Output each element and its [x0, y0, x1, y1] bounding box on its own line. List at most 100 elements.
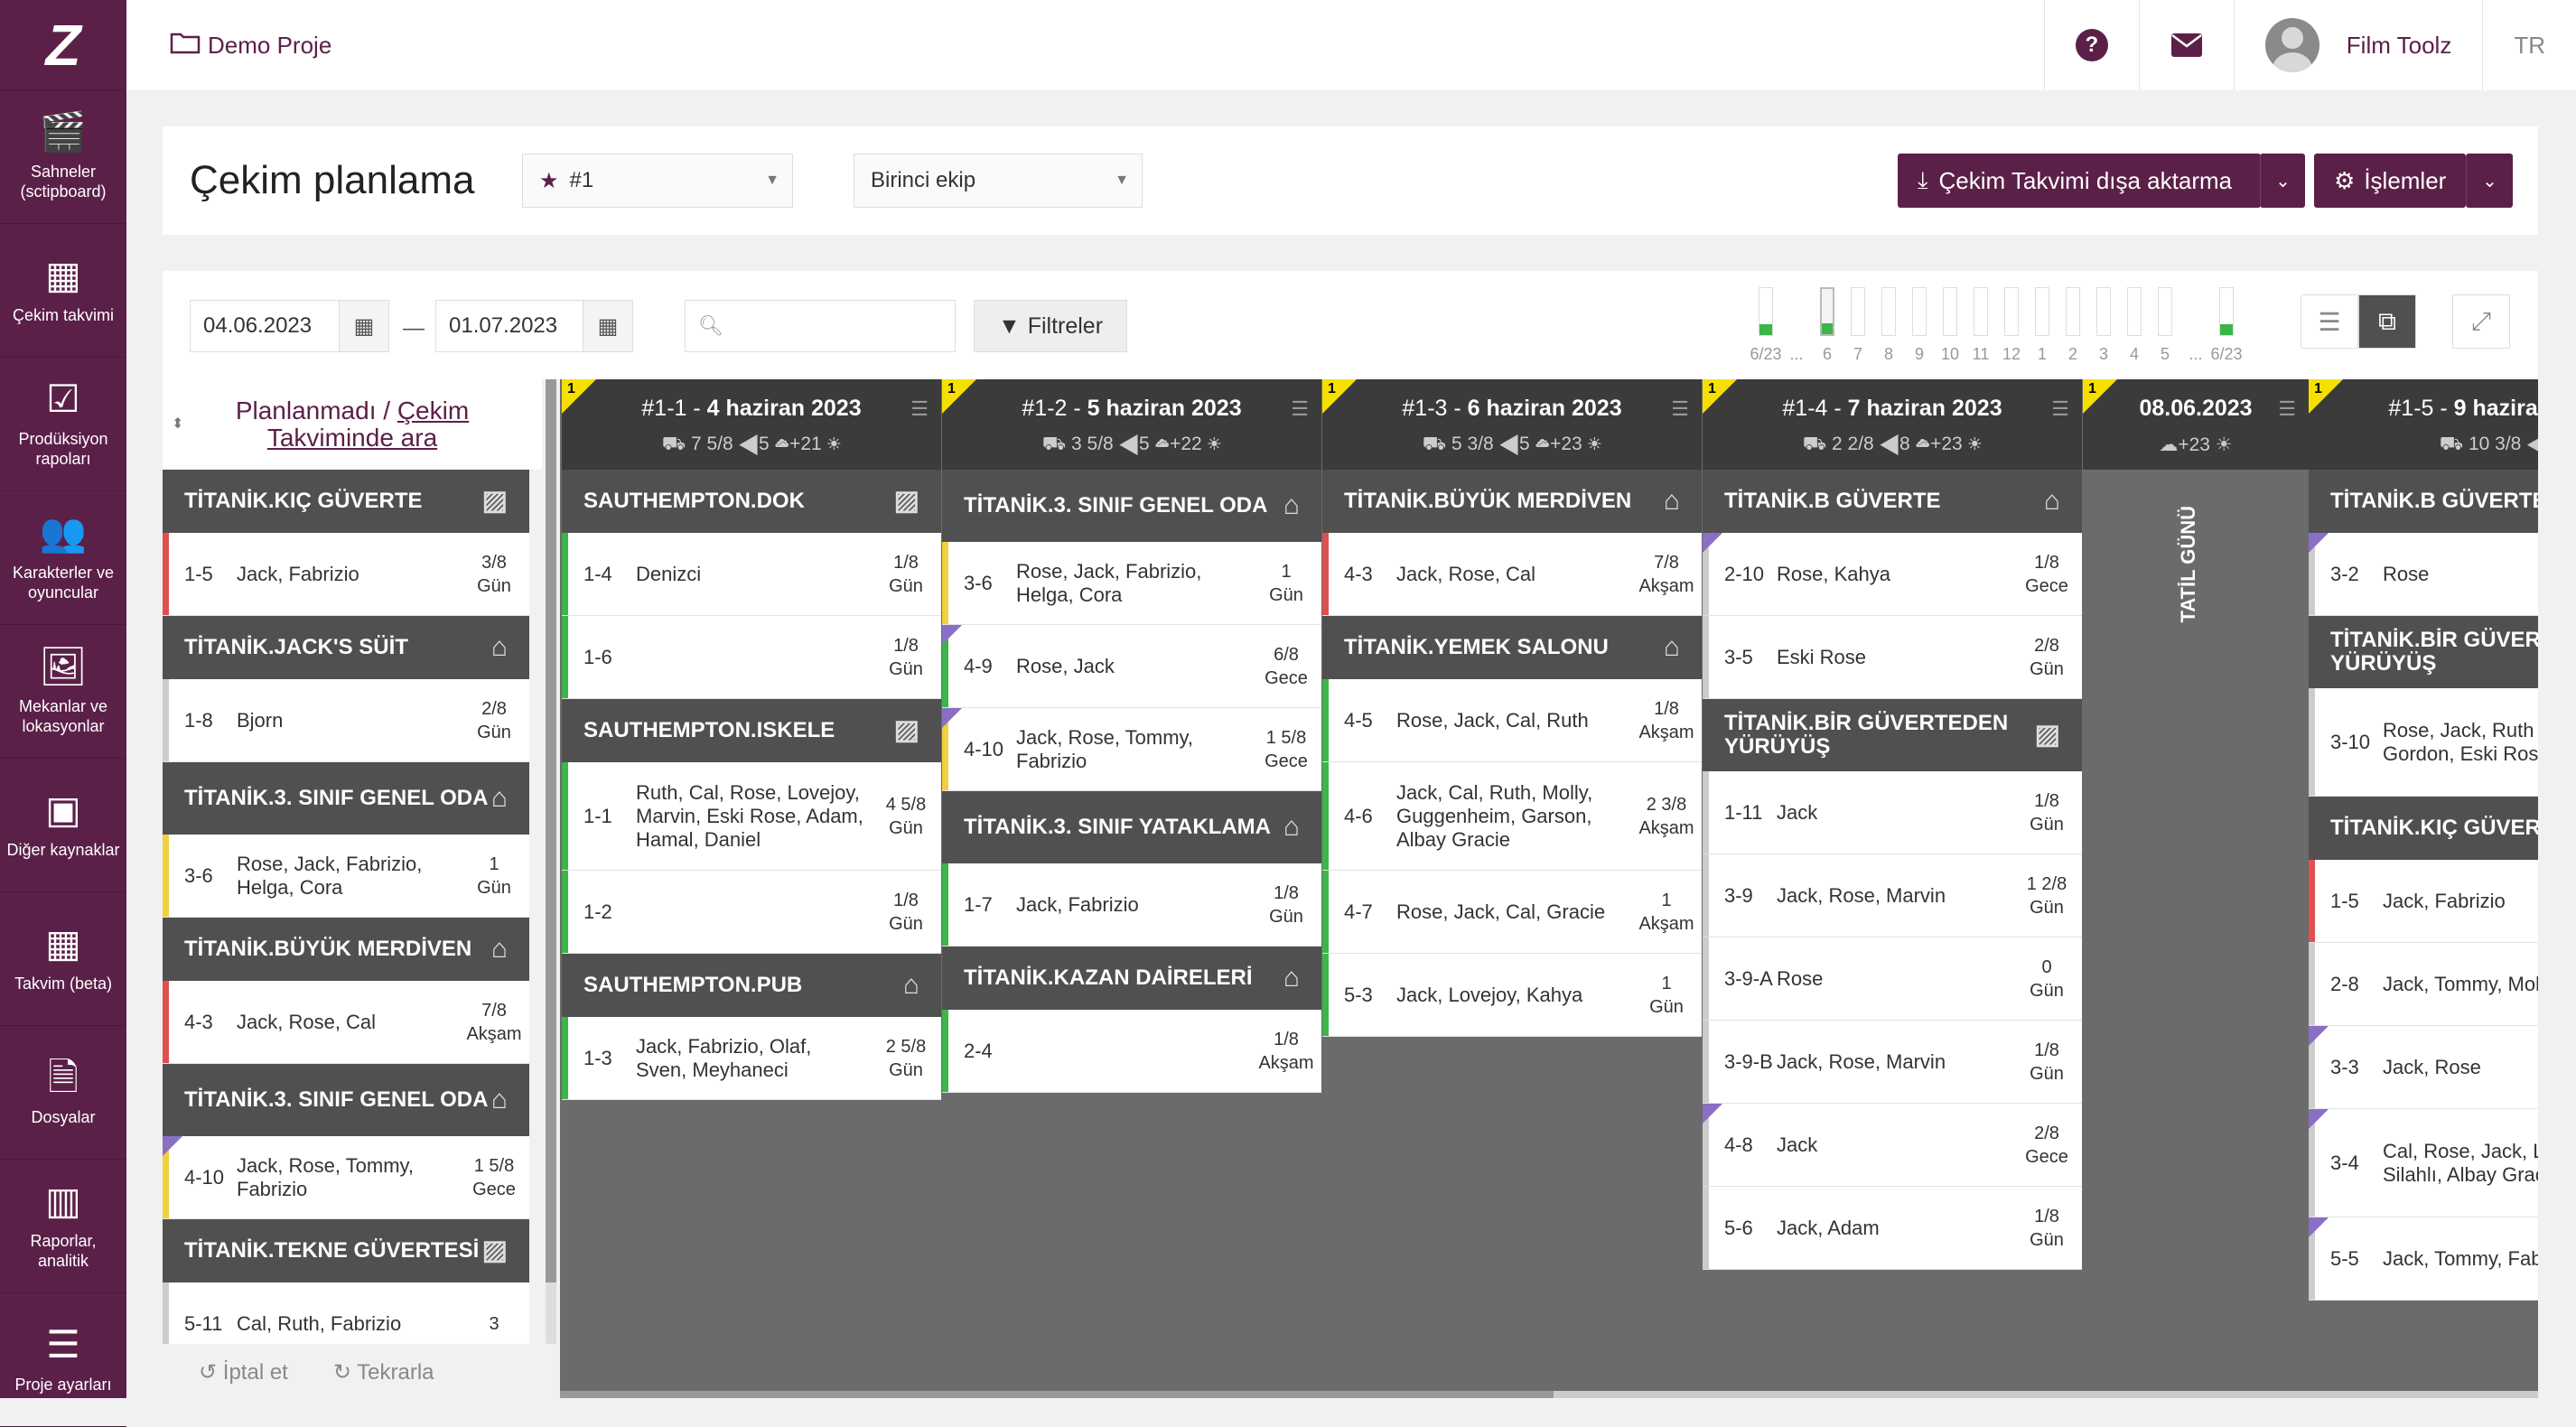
location-header[interactable]: TİTANİK.JACK'S SÜİT ⌂: [163, 616, 529, 679]
sliders-icon[interactable]: ☰: [1291, 397, 1309, 421]
sidebar-item[interactable]: 🖼 Mekanlar ve lokasyonlar: [0, 625, 126, 759]
scene-row[interactable]: 3-2 Rose: [2309, 533, 2538, 616]
location-header[interactable]: SAUTHEMPTON.PUB ⌂: [562, 954, 941, 1017]
scene-row[interactable]: 1-2 1/8 Gün: [562, 871, 941, 954]
scene-row[interactable]: 1-3 Jack, Fabrizio, Olaf, Sven, Meyhaneci…: [562, 1017, 941, 1100]
scene-row[interactable]: 4-9 Rose, Jack 6/8 Gece: [942, 625, 1321, 708]
scene-row[interactable]: 4-5 Rose, Jack, Cal, Ruth 1/8 Akşam: [1322, 679, 1702, 762]
scene-row[interactable]: 3-10 Rose, Jack, Ruth di Duff Gordon, Esk…: [2309, 688, 2538, 797]
project-link[interactable]: Demo Proje: [170, 31, 331, 61]
fullscreen-button[interactable]: ⤢: [2452, 294, 2510, 349]
location-header[interactable]: TİTANİK.B GÜVERTE⌂: [2309, 470, 2538, 533]
scene-row[interactable]: 3-9-B Jack, Rose, Marvin 1/8 Gün: [1703, 1021, 2082, 1104]
scene-row[interactable]: 3-3 Jack, Rose: [2309, 1026, 2538, 1109]
scene-row[interactable]: 5-5 Jack, Tommy, Fabrizio: [2309, 1217, 2538, 1301]
sidebar-item[interactable]: ☰ Proje ayarları: [0, 1293, 126, 1427]
unplanned-scrollbar[interactable]: [546, 379, 556, 1344]
day-mini-bar[interactable]: [2035, 287, 2049, 336]
day-mini-bar[interactable]: [1974, 287, 1988, 336]
location-header[interactable]: TİTANİK.KAZAN DAİRELERİ ⌂: [942, 947, 1321, 1010]
location-header[interactable]: TİTANİK.BÜYÜK MERDİVEN ⌂: [163, 918, 529, 981]
sidebar-item[interactable]: 🎬 Sahneler (sctipboard): [0, 90, 126, 224]
team-select[interactable]: Birinci ekip ▼: [854, 154, 1143, 208]
day-mini-bar[interactable]: [2066, 287, 2080, 336]
day-mini-bar[interactable]: [1820, 287, 1834, 336]
location-header[interactable]: TİTANİK.BİR GÜVERTEDEN YÜRÜYÜŞ ▨: [1703, 699, 2082, 771]
day-mini-bar[interactable]: [2127, 287, 2142, 336]
scene-row[interactable]: 4-8 Jack 2/8 Gece: [1703, 1104, 2082, 1187]
day-mini-bar[interactable]: [1912, 287, 1927, 336]
sidebar-item[interactable]: ▦ Takvim (beta): [0, 892, 126, 1026]
location-header[interactable]: TİTANİK.KIÇ GÜVERTE▨: [163, 470, 529, 533]
scene-row[interactable]: 4-7 Rose, Jack, Cal, Gracie 1 Akşam: [1322, 871, 1702, 954]
sidebar-item[interactable]: 🗎 Dosyalar: [0, 1026, 126, 1160]
location-header[interactable]: TİTANİK.KIÇ GÜVERTE▨: [2309, 797, 2538, 860]
date-from-input[interactable]: 04.06.2023: [190, 300, 341, 352]
scene-row[interactable]: 1-5 Jack, Fabrizio 3/8 Gün: [163, 533, 529, 616]
filters-button[interactable]: ▼ Filtreler: [974, 300, 1127, 352]
messages-button[interactable]: [2138, 0, 2234, 90]
scene-row[interactable]: 3-6 Rose, Jack, Fabrizio, Helga, Cora 1 Gün: [163, 835, 529, 918]
scene-row[interactable]: 2-4 1/8 Akşam: [942, 1010, 1321, 1093]
scene-row[interactable]: 1-7 Jack, Fabrizio 1/8 Gün: [942, 863, 1321, 947]
location-header[interactable]: TİTANİK.3. SINIF YATAKLAMA ⌂: [942, 791, 1321, 863]
board-view-button[interactable]: ⧉: [2358, 294, 2416, 349]
scene-row[interactable]: 3-9-A Rose 0 Gün: [1703, 937, 2082, 1021]
undo-button[interactable]: ↺ İptal et: [199, 1359, 288, 1385]
export-dropdown-toggle[interactable]: ⌄: [2260, 154, 2305, 208]
day-mini-bar[interactable]: [1943, 287, 1957, 336]
location-header[interactable]: TİTANİK.3. SINIF GENEL ODA ⌂: [163, 1064, 529, 1136]
scene-row[interactable]: 1-5 Jack, Fabrizio: [2309, 860, 2538, 943]
scene-row[interactable]: 5-3 Jack, Lovejoy, Kahya 1 Gün: [1322, 954, 1702, 1037]
scene-row[interactable]: 1-4 Denizci 1/8 Gün: [562, 533, 941, 616]
scene-row[interactable]: 5-11 Cal, Ruth, Fabrizio 3: [163, 1282, 529, 1344]
calendar-icon[interactable]: ▦: [339, 300, 389, 352]
version-select[interactable]: ★ #1 ▼: [522, 154, 793, 208]
scene-row[interactable]: 3-4 Cal, Rose, Jack, Lovejoy, Silahlı, Al…: [2309, 1109, 2538, 1217]
location-header[interactable]: SAUTHEMPTON.DOK ▨: [562, 470, 941, 533]
sliders-icon[interactable]: ☰: [1671, 397, 1689, 421]
search-input[interactable]: 🔍︎: [685, 300, 956, 352]
scene-row[interactable]: 4-10 Jack, Rose, Tommy, Fabrizio 1 5/8 Gece: [163, 1136, 529, 1219]
location-header[interactable]: TİTANİK.YEMEK SALONU ⌂: [1322, 616, 1702, 679]
day-header[interactable]: 1 #1-3 - 6 haziran 2023 ☰ ⛟ 5 3/8 ◀5 ☁+23 ☀: [1322, 379, 1702, 470]
actions-dropdown-toggle[interactable]: ⌄: [2466, 154, 2513, 208]
sliders-icon[interactable]: ☰: [910, 397, 929, 421]
sidebar-item[interactable]: ▣ Diğer kaynaklar: [0, 759, 126, 892]
location-header[interactable]: TİTANİK.3. SINIF GENEL ODA ⌂: [942, 470, 1321, 542]
list-view-button[interactable]: ☰: [2301, 294, 2358, 349]
scene-row[interactable]: 3-6 Rose, Jack, Fabrizio, Helga, Cora 1 Gün: [942, 542, 1321, 625]
scene-row[interactable]: 1-1 Ruth, Cal, Rose, Lovejoy, Marvin, Esk…: [562, 762, 941, 871]
language-switch[interactable]: TR: [2482, 0, 2576, 90]
scene-row[interactable]: 2-10 Rose, Kahya 1/8 Gece: [1703, 533, 2082, 616]
location-header[interactable]: TİTANİK.TEKNE GÜVERTESİ ▨: [163, 1219, 529, 1282]
user-menu[interactable]: Film Toolz: [2233, 0, 2483, 90]
scene-row[interactable]: 4-6 Jack, Cal, Ruth, Molly, Guggenheim, G…: [1322, 762, 1702, 871]
day-header[interactable]: 1 #1-1 - 4 haziran 2023 ☰ ⛟ 7 5/8 ◀5 ☁+21 ☀: [562, 379, 941, 470]
scene-row[interactable]: 3-5 Eski Rose 2/8 Gün: [1703, 616, 2082, 699]
sidebar-item[interactable]: 👥 Karakterler ve oyuncular: [0, 491, 126, 625]
day-mini-bar[interactable]: [1851, 287, 1865, 336]
location-header[interactable]: TİTANİK.3. SINIF GENEL ODA ⌂: [163, 762, 529, 835]
day-mini-bar[interactable]: [2219, 287, 2234, 336]
help-button[interactable]: ?: [2043, 0, 2139, 90]
sidebar-item[interactable]: ▦ Çekim takvimi: [0, 224, 126, 358]
scene-row[interactable]: 1-11 Jack 1/8 Gün: [1703, 771, 2082, 854]
day-header[interactable]: 1 #1-2 - 5 haziran 2023 ☰ ⛟ 3 5/8 ◀5 ☁+22 ☀: [942, 379, 1321, 470]
actions-button[interactable]: ⚙ İşlemler: [2314, 154, 2466, 208]
sidebar-item[interactable]: ☑ Prodüksiyon rapoları: [0, 358, 126, 491]
sort-icon[interactable]: ⬍: [172, 411, 183, 438]
calendar-icon[interactable]: ▦: [583, 300, 633, 352]
app-logo[interactable]: Z: [0, 0, 126, 90]
scene-row[interactable]: 3-9 Jack, Rose, Marvin 1 2/8 Gün: [1703, 854, 2082, 937]
day-mini-bar[interactable]: [2004, 287, 2019, 336]
sidebar-item[interactable]: ▥ Raporlar, analitik: [0, 1160, 126, 1293]
sliders-icon[interactable]: ☰: [2278, 397, 2296, 421]
location-header[interactable]: TİTANİK.B GÜVERTE⌂: [1703, 470, 2082, 533]
day-mini-bar[interactable]: [2096, 287, 2111, 336]
scene-row[interactable]: 4-10 Jack, Rose, Tommy, Fabrizio 1 5/8 Gece: [942, 708, 1321, 791]
scene-row[interactable]: 2-8 Jack, Tommy, Molly: [2309, 943, 2538, 1026]
board-horizontal-scrollbar[interactable]: [560, 1391, 2538, 1398]
day-mini-bar[interactable]: [1759, 287, 1773, 336]
day-mini-bar[interactable]: [2158, 287, 2172, 336]
